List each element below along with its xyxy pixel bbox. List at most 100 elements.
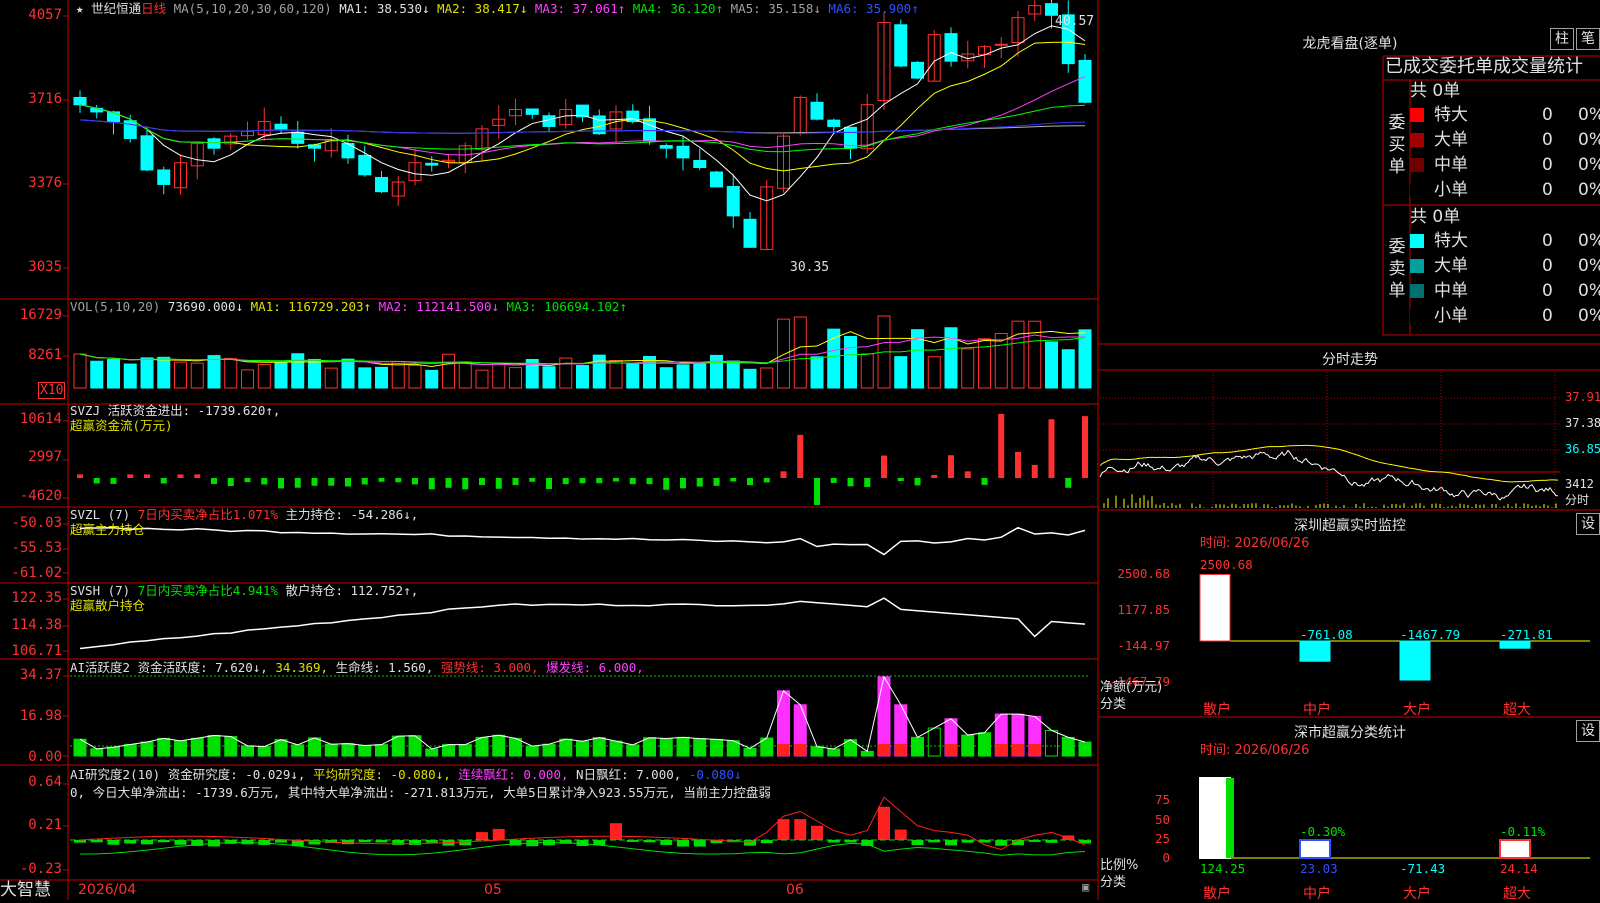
candle-body [107, 111, 120, 123]
period-label[interactable]: 日线 [141, 1, 166, 16]
svsh-label: SVSH (7) [70, 583, 131, 598]
volume-bar [793, 316, 807, 389]
ai1-burst: 爆发线: 6.000, [546, 660, 644, 675]
volume-bar [844, 335, 857, 389]
ma1-value: MA1: 38.530↓ [339, 1, 430, 16]
fund-flow-bar [110, 478, 117, 484]
sell-pct: 0% [1578, 281, 1600, 301]
activity-bar [341, 743, 355, 757]
classify-value: 124.25 [1200, 861, 1246, 876]
dragon-tabs[interactable]: 已成交委托单成交量统计 [1385, 56, 1583, 78]
classify-bar [1199, 777, 1231, 859]
research-bar [342, 840, 354, 845]
sell-total: 共 0单 [1410, 207, 1461, 227]
research-bar [861, 840, 874, 846]
price-tick: 4057 [28, 7, 62, 23]
buy-row: 小单 0 0% [1410, 178, 1600, 202]
activity-bar [576, 740, 589, 757]
classify-tick: 25 [1154, 831, 1170, 846]
fund-flow-bar [964, 471, 971, 478]
classify-cat: 中户 [1303, 886, 1331, 902]
fund-flow-bar [881, 455, 887, 478]
candle-body [291, 131, 305, 144]
price-tick: 3716 [28, 91, 62, 107]
intraday-vol-tick: 3412 [1565, 477, 1594, 491]
fund-flow-bar [596, 478, 603, 484]
volume-bar [961, 348, 975, 389]
fund-flow-bar [629, 478, 636, 485]
lock-icon[interactable]: ▣ [1082, 880, 1089, 895]
svzl-hold: 主力持仓: -54.286↓, [285, 507, 419, 522]
volume-bar [559, 357, 573, 389]
volume-bar [458, 361, 472, 389]
buy-pct: 0% [1578, 105, 1600, 125]
bar-mode-button[interactable]: 柱 [1550, 28, 1574, 50]
classify-pct: -0.30% [1300, 824, 1346, 839]
fund-flow-bar [278, 478, 284, 489]
fund-flow-bar [998, 413, 1005, 478]
volume-bar [626, 363, 640, 389]
volume-bar [174, 361, 187, 389]
svzl-label: SVZL (7) [70, 507, 131, 522]
date-axis-label: 2026/04 [78, 882, 137, 898]
ai2-avg: 平均研究度: -0.080↓, [313, 767, 451, 782]
svzj-header: SVZJ 活跃资金进出: -1739.620↑, [70, 403, 281, 418]
chart-canvas[interactable] [0, 0, 1600, 900]
volume-bar [475, 369, 489, 389]
classify-pct: -0.11% [1500, 824, 1546, 839]
volume-bar [509, 367, 522, 389]
date-axis-label: 06 [786, 882, 804, 898]
fund-flow-bar [830, 478, 837, 483]
monitor-settings-button[interactable]: 设 [1576, 513, 1600, 535]
svzj-subtitle: 超赢资金流(万元) [70, 418, 173, 433]
classify-settings-button[interactable]: 设 [1576, 720, 1600, 742]
fund-flow-bar [713, 478, 720, 486]
volume-ma-line [79, 337, 1086, 365]
ai2-label: AI研究度2(10) 资金研究度: -0.029↓, [70, 767, 306, 782]
fund-flow-bar [311, 478, 318, 486]
sell-pct: 0% [1578, 231, 1600, 251]
fund-flow-bar [244, 478, 251, 483]
classify-cat: 散户 [1203, 886, 1231, 902]
vol-value: 73690.000↓ [167, 299, 244, 314]
ai1-header: AI活跃度2 资金活跃度: 7.620↓, 34.369, 生命线: 1.560… [70, 661, 644, 675]
svzj-tick: -4620 [19, 488, 62, 504]
research-bar [677, 840, 689, 847]
stock-name: 世纪恒通 [91, 1, 142, 16]
volume-bar [592, 354, 606, 389]
low-price-label: 30.35 [790, 260, 830, 275]
activity-bar [1078, 741, 1092, 757]
fund-flow-bar [144, 474, 150, 478]
volume-bar [1045, 341, 1058, 389]
volume-bar [140, 357, 154, 389]
vol-unit: X10 [38, 382, 66, 399]
research-bar [777, 819, 790, 840]
tick-mode-button[interactable]: 笔 [1576, 28, 1600, 50]
classify-xlabel: 分类 [1100, 875, 1127, 890]
research-bar [107, 840, 120, 845]
sell-label: 中单 [1434, 281, 1468, 301]
research-bar [610, 823, 622, 840]
activity-base [1012, 744, 1024, 756]
buy-row: 中单 0 0% [1410, 153, 1600, 177]
research-bar [459, 840, 472, 846]
activity-bar [190, 737, 204, 757]
research-bar [409, 840, 421, 846]
fund-flow-bar [227, 478, 234, 487]
brand-logo[interactable]: 大智慧 [0, 880, 51, 900]
classify-tick: 75 [1154, 792, 1170, 807]
monitor-cat: 超大 [1503, 702, 1531, 718]
candle-body [944, 33, 958, 62]
monitor-tick: -144.97 [1117, 638, 1170, 653]
favorite-star-icon[interactable]: ★ [76, 1, 84, 16]
buy-color-swatch [1410, 108, 1424, 122]
fund-flow-bar [462, 478, 469, 490]
candle-body [827, 119, 841, 127]
activity-bar [525, 745, 539, 757]
activity-base [794, 744, 807, 756]
candle-body [358, 154, 372, 176]
volume-bar [358, 367, 372, 389]
activity-base [894, 744, 907, 756]
retail-holding-line [79, 597, 1086, 650]
sell-qty: 0 [1542, 231, 1553, 251]
